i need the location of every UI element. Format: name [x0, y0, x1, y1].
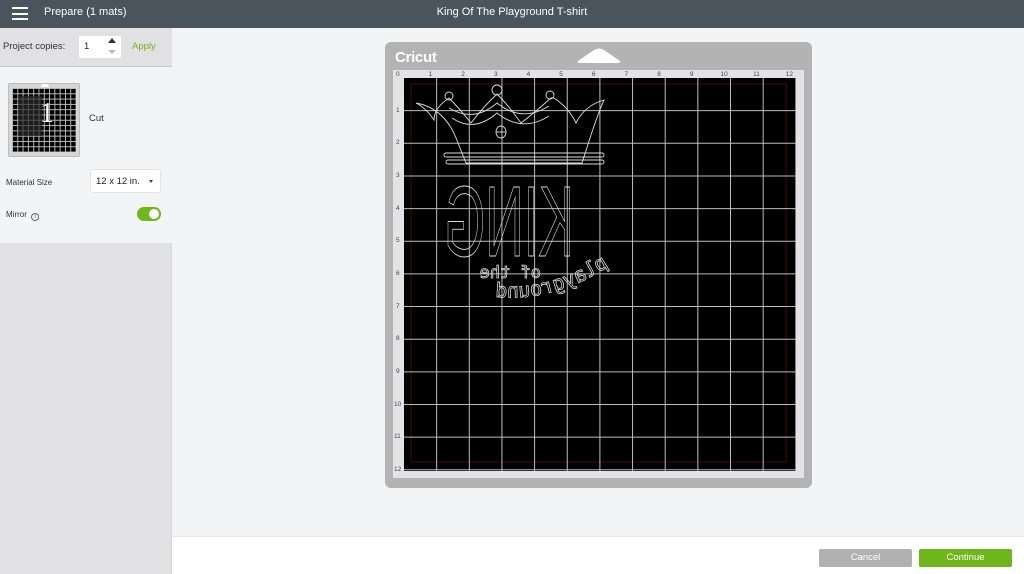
ruler-x-label: 0: [396, 71, 400, 78]
design-king-text[interactable]: KING: [444, 166, 575, 279]
mat-cut-label: Cut: [89, 113, 104, 124]
project-copies-label: Project copies:: [3, 41, 66, 52]
continue-button[interactable]: Continue: [919, 549, 1012, 567]
mirror-label-text: Mirror: [6, 210, 27, 219]
mat-thumbnail-design: [18, 96, 42, 136]
stepper-up-icon[interactable]: [108, 38, 116, 43]
project-title: King Of The Playground T-shirt: [436, 6, 588, 18]
ruler-x-label: 10: [720, 71, 728, 78]
material-size-select[interactable]: 12 x 12 in.: [90, 169, 161, 193]
ruler-y-label: 11: [394, 433, 401, 441]
ruler-x-label: 9: [689, 71, 694, 78]
mat-grid: KING of the playground: [404, 78, 796, 471]
apply-button[interactable]: Apply: [132, 41, 156, 52]
ruler-x-label: 8: [657, 71, 661, 78]
ruler-x-label: 11: [753, 71, 760, 78]
ruler-y-label: 12: [394, 465, 402, 473]
mat-tab-icon: [577, 48, 621, 63]
sidebar: Project copies: 1 Apply 1 Cut Material S…: [0, 28, 172, 574]
cricut-logo: Cricut: [395, 49, 437, 66]
ruler-y-label: 6: [396, 269, 400, 277]
material-size-value: 12 x 12 in.: [96, 176, 140, 187]
ruler-y-label: 1: [396, 106, 400, 114]
ruler-x-label: 5: [559, 71, 563, 78]
cancel-button[interactable]: Cancel: [819, 549, 912, 567]
ruler-y-label: 9: [396, 367, 400, 375]
caret-down-icon: [149, 180, 153, 183]
app-header: Prepare (1 mats) King Of The Playground …: [0, 0, 1024, 28]
ruler-x-label: 7: [624, 71, 629, 78]
ruler-x-label: 1: [428, 71, 433, 78]
stepper-down-icon[interactable]: [108, 50, 116, 54]
svg-text:KING: KING: [444, 166, 574, 278]
mat-thumbnail[interactable]: 1: [8, 83, 80, 157]
sidebar-empty-area: [0, 243, 172, 574]
ruler-y-label: 5: [396, 237, 400, 245]
ruler-x-label: 6: [591, 71, 596, 78]
ruler-y-label: 8: [396, 335, 400, 343]
footer-bar: Cancel Continue: [172, 536, 1024, 574]
mat-thumbnail-tab: [41, 84, 49, 87]
ruler-y-label: 2: [396, 139, 400, 147]
project-copies-bar: Project copies: 1 Apply: [0, 28, 172, 67]
ruler-y-label: 7: [396, 302, 400, 310]
mirror-label: Mirror i: [6, 210, 40, 221]
ruler-y-label: 4: [396, 204, 400, 212]
ruler-x-label: 3: [493, 71, 498, 78]
mirror-toggle[interactable]: [137, 207, 161, 221]
ruler-x-label: 2: [461, 71, 465, 78]
toggle-knob: [149, 209, 159, 219]
ruler-y-label: 3: [396, 171, 400, 179]
ruler-x-label: 4: [526, 71, 531, 78]
mat-number: 1: [40, 98, 54, 129]
material-size-label: Material Size: [6, 178, 53, 187]
mat-thumbnail-grid: 1: [12, 88, 76, 152]
ruler-x-label: 12: [785, 71, 794, 78]
ruler-y-label: 10: [394, 400, 402, 408]
info-icon[interactable]: i: [31, 213, 40, 221]
